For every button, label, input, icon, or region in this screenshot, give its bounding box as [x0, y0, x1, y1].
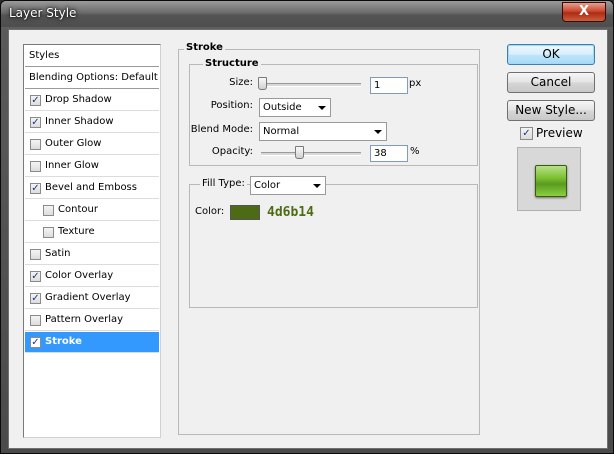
style-item-label: Blending Options: Default: [29, 72, 158, 83]
position-label: Position:: [210, 100, 253, 111]
preview-checkbox[interactable]: ✓: [520, 127, 533, 140]
style-item-label: Contour: [58, 204, 98, 215]
fill-group: [189, 184, 478, 308]
chevron-down-icon: [374, 130, 382, 134]
style-item-label: Gradient Overlay: [45, 292, 131, 303]
style-item-label: Inner Glow: [45, 160, 99, 171]
style-item-outer-glow[interactable]: Outer Glow: [25, 134, 159, 155]
style-checkbox[interactable]: [30, 249, 41, 260]
style-item-label: Bevel and Emboss: [45, 182, 137, 193]
style-checkbox[interactable]: [43, 227, 54, 238]
dialog-body: Styles Blending Options: Default ✓ Drop Sh…: [8, 29, 608, 449]
style-item-satin[interactable]: Satin: [25, 244, 159, 265]
close-icon: X: [578, 4, 590, 19]
close-button[interactable]: X: [562, 2, 606, 22]
style-item-label: Color Overlay: [45, 270, 114, 281]
cancel-button[interactable]: Cancel: [507, 72, 595, 93]
style-item-label: Pattern Overlay: [45, 314, 124, 325]
style-item-color-overlay[interactable]: ✓ Color Overlay: [25, 266, 159, 287]
style-checkbox[interactable]: ✓: [30, 271, 41, 282]
blend-mode-dropdown[interactable]: Normal: [259, 122, 387, 141]
style-checkbox[interactable]: ✓: [30, 117, 41, 128]
style-item-label: Drop Shadow: [45, 94, 112, 105]
opacity-unit: %: [410, 146, 420, 157]
position-value: Outside: [263, 102, 302, 113]
style-checkbox[interactable]: ✓: [30, 337, 41, 348]
style-checkbox[interactable]: ✓: [30, 183, 41, 194]
blend-mode-value: Normal: [263, 126, 300, 137]
color-label: Color:: [195, 206, 225, 217]
structure-title: Structure: [203, 58, 261, 69]
ok-button[interactable]: OK: [507, 44, 595, 65]
size-unit: px: [409, 78, 422, 89]
fill-type-label: Fill Type:: [200, 178, 247, 189]
style-item-stroke[interactable]: ✓ Stroke: [25, 332, 159, 353]
opacity-label: Opacity:: [211, 146, 253, 157]
color-hex-value: 4d6b14: [267, 205, 314, 220]
style-item-label: Texture: [58, 226, 95, 237]
style-item-texture[interactable]: Texture: [25, 222, 159, 243]
style-checkbox[interactable]: [30, 139, 41, 150]
title-bar[interactable]: Layer Style X: [1, 1, 613, 27]
style-item-contour[interactable]: Contour: [25, 200, 159, 221]
size-slider-thumb[interactable]: [258, 77, 267, 90]
style-item-gradient-overlay[interactable]: ✓ Gradient Overlay: [25, 288, 159, 309]
preview-label: Preview: [536, 126, 583, 140]
style-item-label: Satin: [45, 248, 71, 259]
style-item-inner-glow[interactable]: Inner Glow: [25, 156, 159, 177]
styles-header-label: Styles: [29, 50, 60, 61]
style-item-label: Outer Glow: [45, 138, 102, 149]
style-item-label: Inner Shadow: [45, 116, 114, 127]
preview-thumbnail: [535, 165, 567, 197]
style-checkbox[interactable]: [43, 205, 54, 216]
fill-type-value: Color: [254, 180, 281, 191]
style-preview: [517, 147, 581, 211]
new-style-button[interactable]: New Style...: [507, 100, 595, 121]
chevron-down-icon: [318, 106, 326, 110]
styles-list: Styles Blending Options: Default ✓ Drop Sh…: [23, 44, 161, 438]
layer-style-dialog: Layer Style X Styles Blending Options: D…: [0, 0, 614, 454]
opacity-slider-thumb[interactable]: [295, 146, 304, 159]
style-item-bevel-and-emboss[interactable]: ✓ Bevel and Emboss: [25, 178, 159, 199]
style-checkbox[interactable]: [30, 315, 41, 326]
window-title: Layer Style: [9, 6, 77, 20]
size-slider-track[interactable]: [261, 83, 361, 87]
stroke-section-title: Stroke: [184, 42, 225, 53]
fill-type-dropdown[interactable]: Color: [250, 176, 326, 195]
style-checkbox[interactable]: ✓: [30, 293, 41, 304]
position-dropdown[interactable]: Outside: [259, 98, 331, 117]
chevron-down-icon: [313, 184, 321, 188]
opacity-slider-track[interactable]: [261, 152, 361, 156]
size-input[interactable]: 1: [370, 77, 408, 94]
style-checkbox[interactable]: [30, 161, 41, 172]
color-swatch[interactable]: [230, 205, 260, 220]
opacity-input[interactable]: 38: [370, 145, 408, 162]
style-item-inner-shadow[interactable]: ✓ Inner Shadow: [25, 112, 159, 133]
style-item-label: Stroke: [45, 336, 82, 347]
style-checkbox[interactable]: ✓: [30, 95, 41, 106]
style-item-drop-shadow[interactable]: ✓ Drop Shadow: [25, 90, 159, 111]
size-label: Size:: [229, 77, 253, 88]
blend-mode-label: Blend Mode:: [190, 124, 253, 135]
style-item-pattern-overlay[interactable]: Pattern Overlay: [25, 310, 159, 331]
styles-list-header[interactable]: Styles: [25, 46, 159, 67]
style-item-blending-options-default[interactable]: Blending Options: Default: [25, 68, 159, 89]
